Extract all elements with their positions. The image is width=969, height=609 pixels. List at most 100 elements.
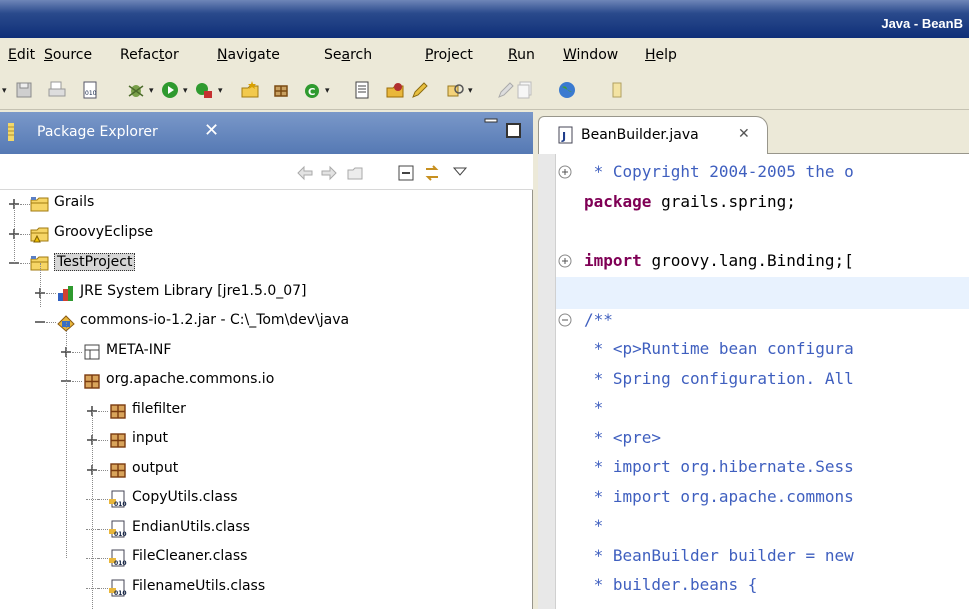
library-icon (56, 283, 76, 303)
tree-item-label: EndianUtils.class (132, 518, 250, 535)
class-file-icon: 010 (108, 548, 128, 568)
dropdown-arrow-icon[interactable]: ▾ (218, 86, 223, 96)
code-line: * <pre> (584, 428, 661, 447)
dropdown-arrow-icon[interactable]: ▾ (325, 86, 330, 96)
up-folder-icon[interactable] (346, 164, 364, 182)
tree-item[interactable]: JRE System Library [jre1.5.0_07] (0, 279, 533, 307)
tree-item[interactable]: GroovyEclipse (0, 220, 533, 248)
code-line: * (584, 516, 604, 535)
external-tools-icon[interactable] (194, 80, 214, 100)
tree-item[interactable]: filefilter (0, 397, 533, 425)
save-icon[interactable] (14, 80, 34, 100)
close-icon[interactable]: ✕ (738, 126, 750, 142)
tree-item[interactable]: Grails (0, 190, 533, 218)
code-line: * (584, 398, 604, 417)
pencil-icon[interactable] (410, 80, 430, 100)
tree-item-label: TestProject (54, 253, 136, 271)
dropdown-arrow-icon[interactable]: ▾ (149, 86, 154, 96)
code-token: /** (584, 309, 613, 329)
tree-item-label: FilenameUtils.class (132, 577, 266, 594)
dropdown-arrow-icon[interactable]: ▾ (2, 86, 7, 96)
tree-item[interactable]: output (0, 456, 533, 484)
tree-item[interactable]: commons-io-1.2.jar - C:\_Tom\dev\java (0, 308, 533, 336)
editor-tab-title: BeanBuilder.java (581, 127, 699, 143)
run-icon[interactable] (160, 80, 180, 100)
open-type-icon[interactable] (385, 80, 405, 100)
tree-connector (98, 499, 108, 500)
open-task-icon[interactable] (352, 80, 372, 100)
fold-expand-icon[interactable] (558, 254, 572, 268)
editor-area: J BeanBuilder.java ✕ * Copyright 2004-20… (538, 112, 969, 609)
tree-connector (46, 322, 56, 323)
fold-expand-icon[interactable] (558, 165, 572, 179)
menu-run[interactable]: Run (508, 47, 535, 63)
code-token: import (584, 250, 652, 270)
code-token: * import org.apache.commons (584, 486, 854, 506)
menu-edit[interactable]: Edit (8, 47, 35, 63)
code-token: * (584, 398, 604, 417)
maximize-icon[interactable] (506, 123, 521, 138)
tree-item[interactable]: 010 FilenameUtils.class (0, 574, 533, 602)
code-token: * import org.hibernate.Sess (584, 457, 854, 476)
dropdown-arrow-icon[interactable]: ▾ (183, 86, 188, 96)
editor-tab[interactable]: J BeanBuilder.java ✕ (538, 116, 768, 154)
tree-item[interactable]: 010 EndianUtils.class (0, 515, 533, 543)
svg-text:C: C (308, 87, 315, 98)
menu-source[interactable]: Source (44, 47, 92, 63)
dropdown-arrow-icon[interactable]: ▾ (468, 86, 473, 96)
tree-item[interactable]: 010 CopyUtils.class (0, 485, 533, 513)
code-line: * Copyright 2004-2005 the o (584, 162, 854, 181)
menu-project[interactable]: Project (425, 47, 473, 63)
tree-item[interactable]: input (0, 426, 533, 454)
svg-text:010: 010 (85, 90, 97, 97)
project-folder-warning-icon (30, 224, 50, 244)
new-package-icon[interactable] (271, 80, 291, 100)
menu-help[interactable]: Help (645, 47, 677, 63)
tree-connector (66, 322, 67, 558)
code-line: * import org.apache.commons (584, 487, 854, 506)
code-token: * builder.beans { (584, 575, 758, 594)
package-icon (82, 371, 102, 391)
window-titlebar: Java - BeanB (0, 0, 969, 38)
tree-item-label: filefilter (132, 400, 186, 417)
binary-file-icon[interactable]: 010 (80, 80, 100, 100)
code-line: /** (584, 310, 613, 329)
menu-navigate[interactable]: Navigate (217, 47, 280, 63)
editor-tab-bar: J BeanBuilder.java ✕ (538, 112, 969, 154)
globe-icon[interactable] (557, 80, 577, 100)
new-class-icon[interactable]: C (302, 80, 322, 100)
tree-item[interactable]: 010 FileCleaner.class (0, 544, 533, 572)
debug-icon[interactable] (126, 80, 146, 100)
fold-collapse-icon[interactable] (558, 313, 572, 327)
tree-connector (98, 440, 108, 441)
forward-arrow-icon[interactable] (320, 164, 338, 182)
code-token: grails.spring; (661, 191, 796, 211)
link-with-editor-icon[interactable] (423, 164, 441, 182)
code-token: * BeanBuilder builder = new (584, 545, 854, 565)
collapse-icon[interactable] (34, 316, 46, 328)
tree-connector (92, 411, 93, 609)
back-arrow-icon[interactable] (296, 164, 314, 182)
tree-item[interactable]: META-INF (0, 338, 533, 366)
menu-search[interactable]: Search (324, 47, 372, 63)
tree-item-label: input (132, 430, 169, 446)
print-icon[interactable] (47, 80, 67, 100)
collapse-all-icon[interactable] (397, 164, 415, 182)
search-icon[interactable] (446, 80, 466, 100)
close-icon[interactable]: ✕ (204, 120, 219, 141)
code-token: * (584, 516, 604, 535)
code-editor[interactable]: * Copyright 2004-2005 the o package grail… (556, 154, 969, 609)
editor-gutter (538, 154, 556, 609)
menu-window[interactable]: Window (563, 47, 618, 63)
menu-refactor[interactable]: Refactor (120, 47, 179, 63)
new-java-project-icon[interactable] (240, 80, 260, 100)
tree-item[interactable]: org.apache.commons.io (0, 367, 533, 395)
package-explorer-tab[interactable]: Package Explorer ✕ (0, 112, 533, 154)
minimize-icon[interactable] (484, 116, 498, 130)
view-menu-icon[interactable] (451, 164, 469, 182)
toolbar-overflow-icon[interactable] (607, 80, 627, 100)
svg-text:010: 010 (114, 590, 127, 597)
tree-connector (98, 469, 108, 471)
tree-item[interactable]: TestProject (0, 249, 533, 277)
code-line: * builder.beans { (584, 575, 758, 594)
